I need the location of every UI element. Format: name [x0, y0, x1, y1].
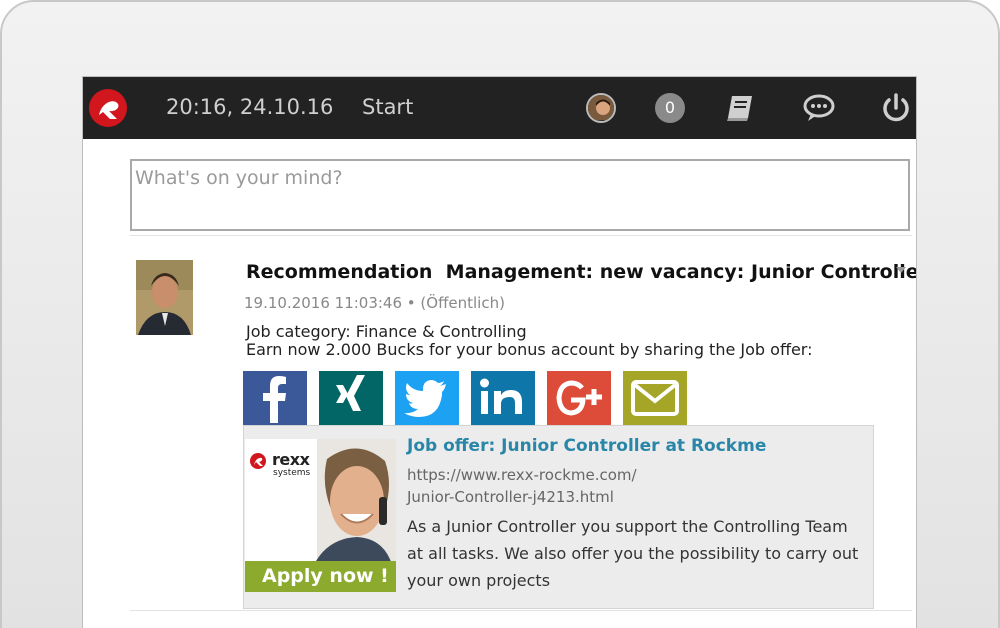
- google-plus-icon: [556, 380, 602, 416]
- brand-sub: systems: [273, 468, 311, 478]
- job-thumbnail[interactable]: rexx systems Apply now !: [245, 439, 396, 592]
- divider: [130, 235, 912, 236]
- post-body: Job category: Finance & Controlling Earn…: [246, 323, 813, 359]
- xing-share-button[interactable]: [319, 371, 383, 425]
- job-category-text: Job category: Finance & Controlling: [246, 322, 527, 341]
- job-url-line2: Junior-Controller-j4213.html: [407, 488, 614, 506]
- facebook-share-button[interactable]: [243, 371, 307, 425]
- rexx-logo-icon: [250, 453, 266, 469]
- post-timestamp: 19.10.2016 11:03:46 • (Öffentlich): [244, 294, 505, 312]
- apply-now-button[interactable]: Apply now !: [245, 561, 396, 592]
- linkedin-share-button[interactable]: [471, 371, 535, 425]
- twitter-share-button[interactable]: [395, 371, 459, 425]
- brand-name: rexx: [272, 450, 310, 469]
- facebook-icon: [263, 376, 286, 423]
- app-logo-icon[interactable]: [88, 88, 128, 128]
- job-url[interactable]: https://www.rexx-rockme.com/ Junior-Cont…: [407, 464, 637, 508]
- envelope-icon: [631, 380, 679, 416]
- datetime-display: 20:16, 24.10.16: [166, 95, 334, 119]
- job-url-line1: https://www.rexx-rockme.com/: [407, 466, 637, 484]
- job-preview-card[interactable]: rexx systems Apply now ! Job offer: Juni…: [243, 425, 874, 609]
- user-avatar[interactable]: [586, 93, 616, 123]
- status-composer: [130, 159, 910, 231]
- job-offer-link[interactable]: Job offer: Junior Controller at Rockme: [407, 436, 766, 456]
- post-options-caret-icon[interactable]: [896, 267, 906, 273]
- top-bar: 20:16, 24.10.16 Start 0: [83, 77, 916, 139]
- email-share-button[interactable]: [623, 371, 687, 425]
- power-icon[interactable]: [879, 92, 913, 124]
- app-screen: 20:16, 24.10.16 Start 0 What's on your m…: [82, 76, 917, 628]
- job-description: As a Junior Controller you support the C…: [407, 517, 859, 590]
- google-plus-share-button[interactable]: [547, 371, 611, 425]
- twitter-icon: [404, 380, 446, 417]
- divider: [130, 610, 912, 611]
- book-icon[interactable]: [724, 92, 758, 124]
- post-title: Recommendation Management: new vacancy: …: [246, 261, 917, 283]
- notification-badge[interactable]: 0: [655, 93, 685, 123]
- author-avatar[interactable]: [136, 260, 193, 335]
- xing-icon: [336, 375, 365, 411]
- chat-icon[interactable]: [802, 92, 836, 124]
- start-link[interactable]: Start: [362, 95, 413, 119]
- status-input[interactable]: [132, 161, 908, 195]
- linkedin-icon: [480, 378, 522, 414]
- bonus-text: Earn now 2.000 Bucks for your bonus acco…: [246, 340, 813, 359]
